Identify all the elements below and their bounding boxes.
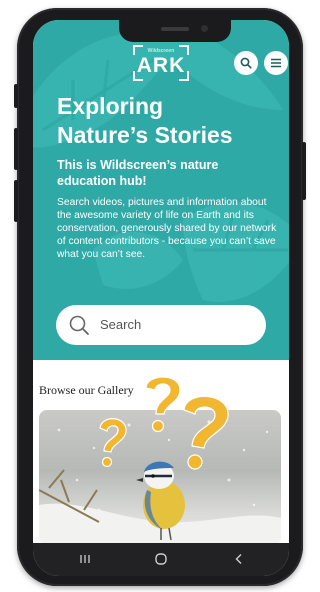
search-icon: [240, 57, 252, 69]
recent-apps-button[interactable]: [75, 551, 95, 567]
hero-lead: This is Wildscreen’s nature education hu…: [57, 158, 219, 188]
search-button[interactable]: [234, 51, 258, 75]
search-field-icon: [69, 315, 89, 335]
title-line-2: Nature’s Stories: [57, 122, 233, 148]
back-icon: [235, 554, 242, 564]
hamburger-menu-icon: [271, 58, 281, 68]
speaker: [161, 27, 189, 31]
menu-button[interactable]: [264, 51, 288, 75]
volume-button: [14, 84, 18, 108]
home-icon: [155, 553, 167, 565]
hero-description: Search videos, pictures and information …: [57, 197, 277, 260]
notch: [119, 20, 231, 42]
volume-up-button: [14, 128, 18, 170]
front-camera: [201, 25, 208, 32]
android-navigation-bar: [33, 543, 289, 576]
power-button: [302, 142, 306, 200]
gallery-heading: Browse our Gallery: [39, 383, 134, 397]
wildscreen-ark-logo[interactable]: Wildscreen ARK: [133, 45, 189, 81]
blue-tit-photo: [39, 420, 281, 545]
gallery-image-blue-tit[interactable]: [39, 410, 281, 545]
volume-down-button: [14, 180, 18, 222]
back-button[interactable]: [229, 551, 249, 567]
page-title: Exploring Nature’s Stories: [57, 92, 267, 150]
search-placeholder: Search: [100, 317, 142, 332]
hero-section: Wildscreen ARK Exploring Nature’s Storie…: [33, 20, 289, 360]
home-button[interactable]: [151, 551, 171, 567]
logo-big-text: ARK: [136, 54, 186, 77]
title-line-1: Exploring: [57, 93, 164, 119]
search-input[interactable]: Search: [56, 305, 266, 345]
phone-screen: Wildscreen ARK Exploring Nature’s Storie…: [33, 20, 289, 576]
recent-apps-icon: [80, 555, 90, 563]
